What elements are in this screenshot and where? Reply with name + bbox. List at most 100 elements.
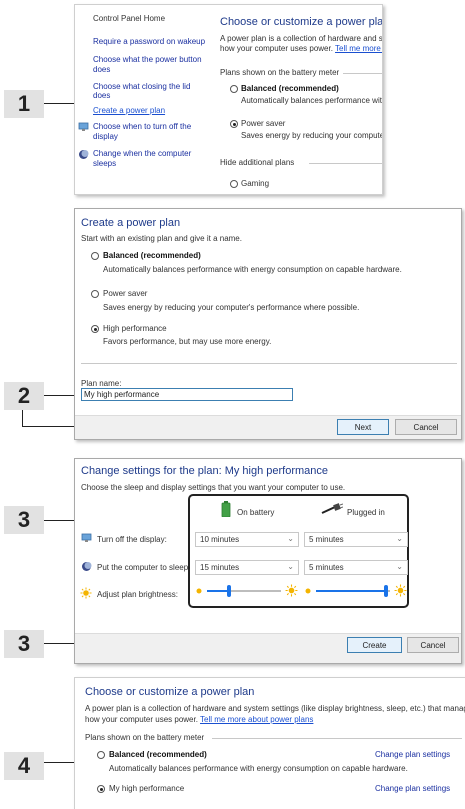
- description-line-1: A power plan is a collection of hardware…: [220, 34, 383, 43]
- power-saver-radio[interactable]: [91, 290, 99, 298]
- display-battery-select[interactable]: 10 minutes ⌄: [195, 532, 299, 547]
- brightness-battery-slider[interactable]: [195, 583, 299, 599]
- plugged-in-label: Plugged in: [347, 508, 385, 517]
- balanced-radio[interactable]: [230, 85, 238, 93]
- moon-icon: [82, 562, 92, 571]
- power-plans-result-panel: Choose or customize a power plan A power…: [74, 677, 465, 809]
- sleep-label: Put the computer to sleep:: [97, 563, 191, 572]
- slider-fill: [207, 590, 229, 592]
- plan-list-divider: [81, 363, 457, 364]
- page-title: Choose or customize a power plan: [85, 686, 255, 698]
- plans-shown-divider: [343, 73, 382, 74]
- display-plugged-select[interactable]: 5 minutes ⌄: [304, 532, 408, 547]
- description-line-1: A power plan is a collection of hardware…: [85, 704, 465, 713]
- monitor-icon: [81, 533, 92, 542]
- plug-icon: [321, 503, 343, 514]
- link-computer-sleeps-2[interactable]: sleeps: [93, 159, 116, 168]
- brightness-plugged-slider[interactable]: [304, 583, 408, 599]
- balanced-radio[interactable]: [91, 252, 99, 260]
- sleep-battery-value: 15 minutes: [200, 563, 240, 572]
- sleep-plugged-value: 5 minutes: [309, 563, 344, 572]
- sun-icon: [80, 587, 92, 599]
- power-saver-description: Saves energy by reducing your computer: [241, 131, 383, 140]
- turn-off-display-label: Turn off the display:: [97, 535, 167, 544]
- create-power-plan-panel: Create a power plan Start with an existi…: [74, 208, 462, 440]
- tell-me-more-link[interactable]: Tell me more about power plans: [200, 715, 313, 724]
- my-high-performance-radio[interactable]: [97, 785, 105, 793]
- button-bar: [75, 633, 461, 663]
- step-2-label: 2: [4, 382, 44, 410]
- gaming-radio[interactable]: [230, 180, 238, 188]
- chevron-down-icon: ⌄: [396, 562, 403, 571]
- change-plan-settings-link-2[interactable]: Change plan settings: [375, 784, 450, 793]
- slider-track: [207, 585, 281, 597]
- balanced-radio[interactable]: [97, 751, 105, 759]
- description-line-2: how your computer uses power. Tell me mo…: [85, 715, 313, 724]
- step-2-leader-down: [22, 410, 23, 426]
- slider-thumb[interactable]: [384, 585, 388, 597]
- link-power-button[interactable]: Choose what the power button: [93, 55, 202, 64]
- power-saver-radio[interactable]: [230, 120, 238, 128]
- tell-me-more-link[interactable]: Tell me more a: [335, 44, 382, 53]
- sun-dim-icon: [305, 588, 311, 594]
- link-closing-lid-2[interactable]: does: [93, 91, 110, 100]
- cancel-button[interactable]: Cancel: [395, 419, 457, 435]
- step-3-label: 3: [4, 506, 44, 534]
- plan-name-label: Plan name:: [81, 379, 122, 388]
- control-panel-home-link[interactable]: Control Panel Home: [93, 14, 165, 23]
- balanced-label: Balanced (recommended): [109, 750, 207, 759]
- link-turn-off-display[interactable]: Choose when to turn off the: [93, 122, 191, 131]
- balanced-description: Automatically balances performance with …: [103, 265, 402, 274]
- sleep-plugged-select[interactable]: 5 minutes ⌄: [304, 560, 408, 575]
- change-plan-settings-link-1[interactable]: Change plan settings: [375, 750, 450, 759]
- high-performance-label: High performance: [103, 324, 167, 333]
- high-performance-radio[interactable]: [91, 325, 99, 333]
- power-options-panel: Control Panel Home Require a password on…: [74, 4, 383, 195]
- plan-name-input[interactable]: [81, 388, 293, 401]
- chevron-down-icon: ⌄: [396, 534, 403, 543]
- link-computer-sleeps[interactable]: Change when the computer: [93, 149, 191, 158]
- description-text: how your computer uses power.: [220, 44, 333, 53]
- balanced-description: Automatically balances performance with: [241, 96, 383, 105]
- my-high-performance-label: My high performance: [109, 784, 185, 793]
- brightness-label: Adjust plan brightness:: [97, 590, 178, 599]
- hide-plans-divider: [309, 163, 382, 164]
- sun-dim-icon: [196, 588, 202, 594]
- link-power-button-2[interactable]: does: [93, 65, 110, 74]
- slider-fill: [316, 590, 386, 592]
- balanced-description: Automatically balances performance with …: [109, 764, 408, 773]
- link-closing-lid[interactable]: Choose what closing the lid: [93, 82, 190, 91]
- step-3b-label: 3: [4, 630, 44, 658]
- link-turn-off-display-2[interactable]: display: [93, 132, 118, 141]
- slider-track: [316, 585, 390, 597]
- plans-shown-heading: Plans shown on the battery meter: [220, 68, 340, 77]
- create-plan-title: Create a power plan: [81, 217, 181, 229]
- create-button[interactable]: Create: [347, 637, 402, 653]
- change-settings-title: Change settings for the plan: My high pe…: [81, 465, 329, 477]
- balanced-label: Balanced (recommended): [103, 251, 201, 260]
- balanced-label: Balanced (recommended): [241, 84, 339, 93]
- link-create-power-plan[interactable]: Create a power plan: [93, 106, 165, 115]
- change-settings-intro: Choose the sleep and display settings th…: [81, 483, 346, 492]
- link-require-password[interactable]: Require a password on wakeup: [93, 37, 205, 46]
- hide-additional-plans[interactable]: Hide additional plans: [220, 158, 294, 167]
- monitor-icon: [78, 122, 89, 131]
- page-title: Choose or customize a power plan: [220, 16, 383, 28]
- plans-shown-divider: [212, 738, 462, 739]
- high-performance-description: Favors performance, but may use more ene…: [103, 337, 272, 346]
- power-saver-description: Saves energy by reducing your computer's…: [103, 303, 360, 312]
- next-button[interactable]: Next: [337, 419, 389, 435]
- plans-shown-heading: Plans shown on the battery meter: [85, 733, 205, 742]
- step-4-label: 4: [4, 752, 44, 780]
- display-plugged-value: 5 minutes: [309, 535, 344, 544]
- display-battery-value: 10 minutes: [200, 535, 240, 544]
- description-line-2: how your computer uses power. Tell me mo…: [220, 44, 382, 53]
- sun-bright-icon: [394, 584, 407, 597]
- chevron-down-icon: ⌄: [287, 562, 294, 571]
- sleep-battery-select[interactable]: 15 minutes ⌄: [195, 560, 299, 575]
- battery-icon: [221, 501, 231, 517]
- slider-thumb[interactable]: [227, 585, 231, 597]
- chevron-down-icon: ⌄: [287, 534, 294, 543]
- cancel-button[interactable]: Cancel: [407, 637, 459, 653]
- power-saver-label: Power saver: [241, 119, 286, 128]
